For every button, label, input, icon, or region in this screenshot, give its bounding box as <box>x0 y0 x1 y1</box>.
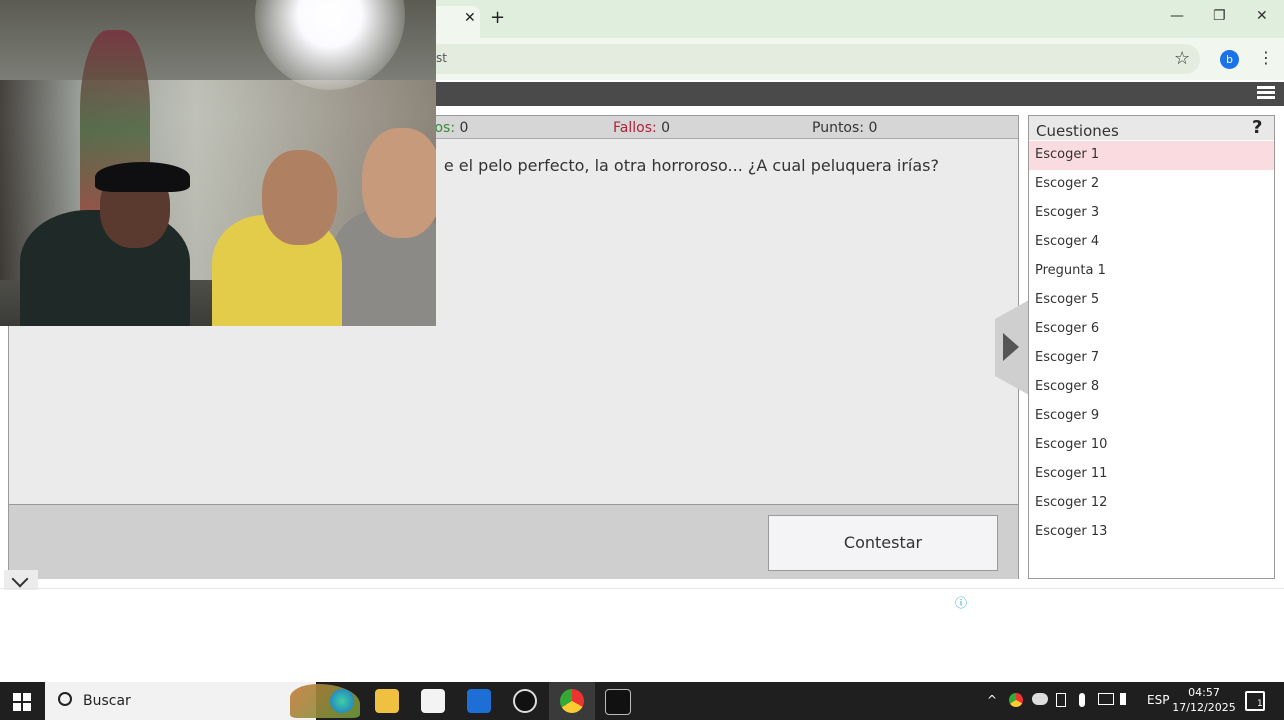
cam-person-left-cap <box>95 162 190 192</box>
clock-time: 04:57 <box>1188 686 1220 699</box>
question-item[interactable]: Escoger 8 <box>1029 373 1274 402</box>
store-icon[interactable] <box>421 689 445 713</box>
network-icon[interactable] <box>1098 693 1114 705</box>
divider <box>0 588 1284 589</box>
fallos-label: Fallos: <box>613 120 657 136</box>
question-item[interactable]: Escoger 1 <box>1029 141 1274 170</box>
expand-toggle[interactable] <box>4 570 38 590</box>
question-item[interactable]: Escoger 6 <box>1029 315 1274 344</box>
contestar-button[interactable]: Contestar <box>768 515 998 571</box>
question-item[interactable]: Escoger 9 <box>1029 402 1274 431</box>
search-icon <box>58 692 72 706</box>
mail-icon[interactable] <box>467 689 491 713</box>
taskbar-clock[interactable]: 04:57 17/12/2025 <box>1172 685 1236 715</box>
search-placeholder: Buscar <box>83 693 131 709</box>
puntos-value: 0 <box>868 120 878 136</box>
epic-games-icon[interactable] <box>605 689 631 715</box>
close-window-button[interactable]: ✕ <box>1256 8 1268 24</box>
puntos-label: Puntos: <box>812 120 865 136</box>
puntos-score: Puntos: 0 <box>812 120 877 136</box>
address-url: st <box>436 51 447 65</box>
cam-person-right-head <box>362 128 436 238</box>
question-item[interactable]: Escoger 4 <box>1029 228 1274 257</box>
obs-icon[interactable] <box>513 689 537 713</box>
question-item[interactable]: Escoger 11 <box>1029 460 1274 489</box>
hamburger-menu-icon[interactable] <box>1257 84 1275 102</box>
help-icon[interactable]: ? <box>1252 117 1262 138</box>
question-item[interactable]: Escoger 13 <box>1029 518 1274 547</box>
webcam-overlay <box>0 0 436 326</box>
file-explorer-icon[interactable] <box>375 689 399 713</box>
profile-avatar[interactable]: b <box>1220 50 1239 69</box>
question-item[interactable]: Escoger 2 <box>1029 170 1274 199</box>
taskbar-search-box[interactable]: Buscar <box>45 682 360 720</box>
aciertos-value: 0 <box>459 120 469 136</box>
panel-title: Cuestiones <box>1036 122 1119 140</box>
chevron-down-icon <box>11 570 29 588</box>
clock-date: 17/12/2025 <box>1172 701 1236 714</box>
start-windows-icon[interactable] <box>13 693 31 711</box>
question-item[interactable]: Pregunta 1 <box>1029 257 1274 286</box>
question-item[interactable]: Escoger 7 <box>1029 344 1274 373</box>
cloud-icon[interactable] <box>1032 693 1048 705</box>
chrome-tray-icon[interactable] <box>1009 693 1023 707</box>
chevron-up-icon[interactable]: ^ <box>987 693 997 707</box>
questions-list: Escoger 1 Escoger 2 Escoger 3 Escoger 4 … <box>1029 141 1274 547</box>
chrome-icon[interactable] <box>560 689 584 713</box>
bookmark-star-icon[interactable]: ☆ <box>1174 48 1190 69</box>
info-icon[interactable]: ⓘ <box>955 594 967 611</box>
question-item[interactable]: Escoger 10 <box>1029 431 1274 460</box>
edge-icon[interactable] <box>330 689 354 713</box>
questions-panel: Cuestiones ? Escoger 1 Escoger 2 Escoger… <box>1028 115 1275 579</box>
new-tab-button[interactable]: + <box>490 7 505 28</box>
notification-count: 1 <box>1257 699 1263 709</box>
question-item[interactable]: Escoger 3 <box>1029 199 1274 228</box>
minimize-button[interactable]: — <box>1170 8 1184 24</box>
question-item[interactable]: Escoger 12 <box>1029 489 1274 518</box>
language-indicator[interactable]: ESP <box>1147 693 1169 707</box>
question-item[interactable]: Escoger 5 <box>1029 286 1274 315</box>
cam-light <box>255 0 405 90</box>
arrow-right-icon[interactable] <box>1003 333 1019 361</box>
device-icon[interactable] <box>1056 693 1066 707</box>
restore-button[interactable]: ❐ <box>1213 8 1226 24</box>
browser-menu-icon[interactable]: ⋮ <box>1258 48 1274 67</box>
panel-header: Cuestiones ? <box>1029 116 1274 140</box>
fallos-score: Fallos: 0 <box>613 120 670 136</box>
cam-person-middle-head <box>262 150 337 245</box>
microphone-icon[interactable] <box>1079 693 1085 707</box>
quiz-footer: Contestar <box>9 504 1018 579</box>
close-tab-icon[interactable]: ✕ <box>464 10 476 26</box>
windows-taskbar: Buscar ^ ESP 04:57 17/12/2025 1 <box>0 682 1284 720</box>
fallos-value: 0 <box>661 120 671 136</box>
volume-icon[interactable] <box>1120 693 1134 705</box>
